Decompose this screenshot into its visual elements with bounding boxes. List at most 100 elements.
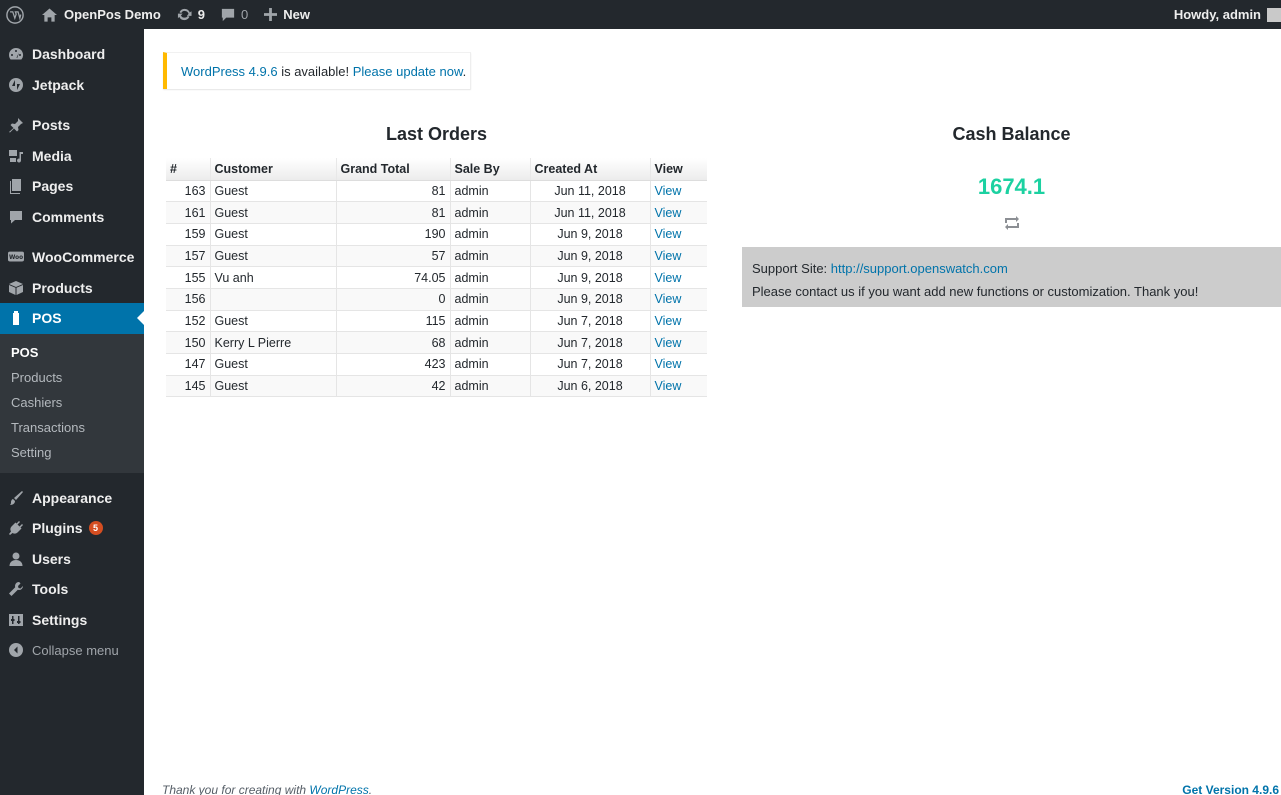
table-cell: View [650, 266, 707, 289]
new-content-link[interactable]: New [256, 0, 318, 29]
column-header: Grand Total [336, 158, 451, 181]
table-cell: 0 [336, 288, 451, 311]
order-id-cell: 155 [184, 270, 206, 285]
view-link[interactable]: View [655, 379, 682, 393]
view-link[interactable]: View [655, 314, 682, 328]
menu-products[interactable]: Products [0, 273, 144, 304]
table-cell: Guest [210, 353, 337, 376]
sale-by-cell: admin [454, 313, 489, 328]
table-row: 145 Guest 42 admin Jun 6, 2018 View [166, 375, 707, 398]
view-link[interactable]: View [655, 249, 682, 263]
order-id-cell: 152 [184, 313, 206, 328]
menu-label: Pages [32, 178, 74, 195]
menu-settings[interactable]: Settings [0, 605, 144, 636]
table-row: 163 Guest 81 admin Jun 11, 2018 View [166, 180, 707, 203]
menu-label: Settings [32, 611, 88, 628]
menu-label: WooCommerce [32, 249, 135, 266]
table-cell: 152 [166, 310, 211, 333]
menu-label: Tools [32, 581, 69, 598]
footer-thanks: Thank you for creating with WordPress. [162, 783, 372, 795]
table-cell: admin [450, 375, 531, 398]
my-account-link[interactable]: Howdy, admin [1166, 0, 1281, 29]
view-link[interactable]: View [655, 271, 682, 285]
pages-icon [8, 178, 24, 195]
submenu-setting[interactable]: Setting [0, 440, 144, 465]
site-name-link[interactable]: OpenPos Demo [34, 0, 169, 29]
view-link[interactable]: View [655, 206, 682, 220]
menu-jetpack[interactable]: Jetpack [0, 70, 144, 101]
sale-by-cell: admin [454, 270, 489, 285]
menu-woocommerce[interactable]: Woo WooCommerce [0, 242, 144, 273]
created-at-cell: Jun 7, 2018 [557, 335, 623, 350]
brush-icon [8, 490, 24, 506]
table-cell: 156 [166, 288, 211, 311]
sale-by-cell: admin [454, 227, 489, 242]
menu-tools[interactable]: Tools [0, 574, 144, 605]
menu-plugins[interactable]: Plugins 5 [0, 513, 144, 544]
created-at-cell: Jun 9, 2018 [557, 270, 623, 285]
support-message: Please contact us if you want add new fu… [752, 284, 1199, 299]
table-cell: View [650, 245, 707, 268]
table-row: 150 Kerry L Pierre 68 admin Jun 7, 2018 View [166, 331, 707, 354]
jetpack-icon [8, 77, 24, 93]
support-box: Support Site: http://support.openswatch.… [742, 247, 1281, 307]
column-header: Sale By [450, 158, 531, 181]
menu-posts[interactable]: Posts [0, 110, 144, 141]
refresh-icon[interactable] [1002, 213, 1022, 233]
submenu-cashiers[interactable]: Cashiers [0, 390, 144, 415]
submenu-transactions[interactable]: Transactions [0, 415, 144, 440]
view-link[interactable]: View [655, 357, 682, 371]
table-cell: 145 [166, 375, 211, 398]
menu-label: Products [32, 279, 93, 296]
view-link[interactable]: View [655, 227, 682, 241]
table-row: 157 Guest 57 admin Jun 9, 2018 View [166, 245, 707, 268]
comments-link[interactable]: 0 [213, 0, 256, 29]
table-cell: 68 [336, 331, 451, 354]
menu-media[interactable]: Media [0, 141, 144, 172]
pos-submenu: POS Products Cashiers Transactions Setti… [0, 333, 144, 473]
view-link[interactable]: View [655, 184, 682, 198]
pin-icon [8, 117, 24, 133]
sale-by-cell: admin [454, 248, 489, 263]
collapse-menu-button[interactable]: Collapse menu [0, 635, 144, 666]
grand-total-cell: 0 [438, 292, 446, 307]
plugins-update-badge: 5 [88, 521, 103, 536]
table-cell: Jun 7, 2018 [530, 310, 651, 333]
grand-total-cell: 81 [431, 183, 446, 198]
created-at-cell: Jun 9, 2018 [557, 248, 623, 263]
wordpress-version-link[interactable]: WordPress 4.9.6 [181, 64, 278, 79]
plus-icon [264, 8, 278, 21]
update-now-link[interactable]: Please update now [353, 64, 463, 79]
cash-balance-value: 1674.1 [977, 174, 1046, 199]
menu-comments[interactable]: Comments [0, 202, 144, 233]
table-cell: Jun 9, 2018 [530, 223, 651, 246]
submenu-pos[interactable]: POS [0, 340, 144, 365]
menu-pos[interactable]: POS [0, 303, 144, 334]
menu-appearance[interactable]: Appearance [0, 483, 144, 514]
table-cell: Vu anh [210, 266, 337, 289]
sale-by-cell: admin [454, 335, 489, 350]
dashboard-icon [8, 46, 24, 62]
table-cell: Jun 11, 2018 [530, 180, 651, 203]
comment-icon [221, 8, 235, 21]
view-link[interactable]: View [655, 336, 682, 350]
updates-link[interactable]: 9 [169, 0, 213, 29]
table-header-row: # Customer Grand Total Sale By Created A… [166, 158, 707, 181]
view-link[interactable]: View [655, 292, 682, 306]
order-id-cell: 156 [184, 292, 206, 307]
table-row: 159 Guest 190 admin Jun 9, 2018 View [166, 223, 707, 246]
wordpress-logo-icon[interactable] [0, 0, 34, 29]
menu-dashboard[interactable]: Dashboard [0, 39, 144, 70]
menu-users[interactable]: Users [0, 544, 144, 575]
table-cell: 42 [336, 375, 451, 398]
table-cell: View [650, 353, 707, 376]
table-cell: Kerry L Pierre [210, 331, 337, 354]
table-row: 155 Vu anh 74.05 admin Jun 9, 2018 View [166, 266, 707, 289]
table-cell: Jun 9, 2018 [530, 266, 651, 289]
get-version-link[interactable]: Get Version 4.9.6 [1182, 783, 1279, 795]
submenu-products[interactable]: Products [0, 365, 144, 390]
menu-pages[interactable]: Pages [0, 171, 144, 202]
footer-wordpress-link[interactable]: WordPress [309, 783, 368, 795]
support-site-link[interactable]: http://support.openswatch.com [831, 261, 1008, 276]
admin-sidebar: Dashboard Jetpack Posts Media Pages Comm… [0, 29, 144, 795]
